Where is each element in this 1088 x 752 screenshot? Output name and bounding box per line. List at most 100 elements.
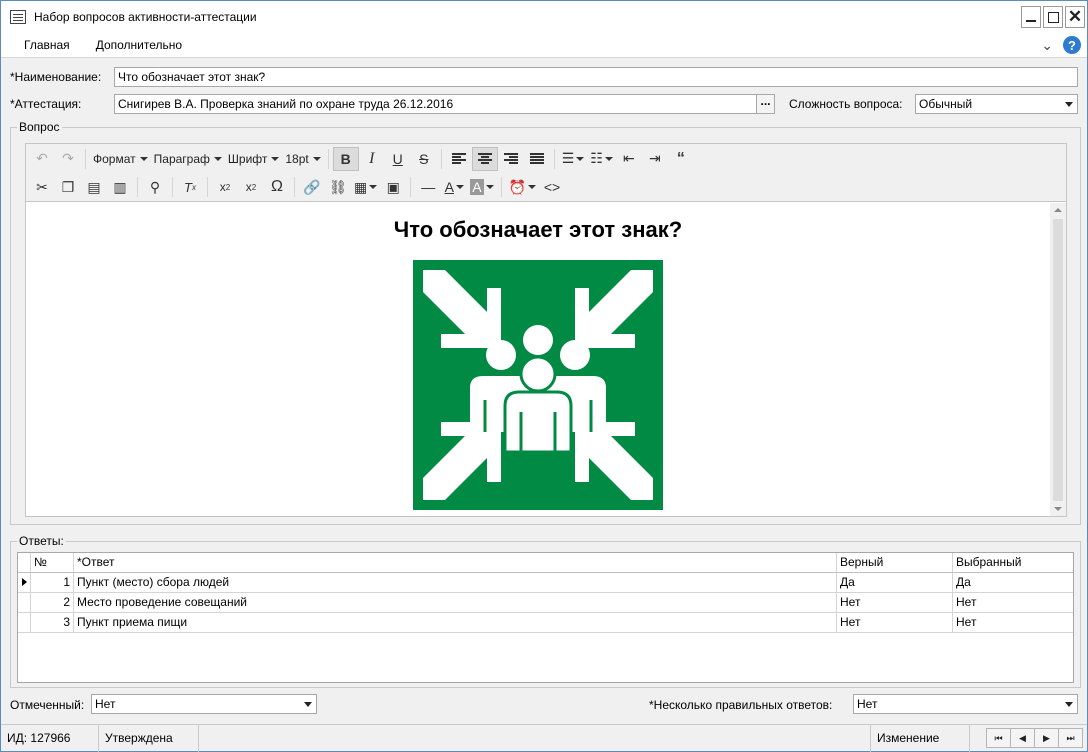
bullet-list-icon[interactable]: ☰ [559, 147, 588, 171]
paste-text-icon[interactable]: ▥ [107, 175, 133, 199]
cell-selected[interactable]: Нет [953, 593, 1073, 612]
table-row[interactable]: 2 Место проведение совещаний Нет Нет [18, 593, 1073, 613]
strikethrough-button[interactable]: S [411, 147, 437, 171]
source-code-icon[interactable]: <> [539, 175, 565, 199]
font-dropdown[interactable]: Шрифт [225, 147, 282, 171]
indent-icon[interactable]: ⇥ [642, 147, 668, 171]
menu-additional[interactable]: Дополнительно [83, 38, 195, 52]
cell-answer[interactable]: Пункт приема пищи [74, 613, 837, 632]
cell-number[interactable]: 3 [31, 613, 74, 632]
cell-answer[interactable]: Пункт (место) сбора людей [74, 573, 837, 592]
cell-number[interactable]: 2 [31, 593, 74, 612]
align-center-icon[interactable] [471, 146, 498, 171]
menu-main[interactable]: Главная [11, 38, 83, 52]
difficulty-value: Обычный [919, 97, 973, 111]
scroll-down-icon[interactable] [1054, 507, 1062, 511]
marked-value: Нет [95, 697, 116, 711]
close-button[interactable]: ✕ [1065, 6, 1085, 28]
first-record-button[interactable]: ⏮ [986, 728, 1011, 748]
row-indicator [18, 593, 31, 612]
paste-icon[interactable]: ▤ [81, 175, 107, 199]
maximize-button[interactable] [1043, 6, 1063, 28]
numbered-list-icon[interactable]: ☷ [587, 147, 616, 171]
title-bar: Набор вопросов активности-аттестации ✕ [1, 1, 1087, 33]
clear-format-icon[interactable]: Tx [177, 175, 203, 199]
subscript-icon[interactable]: x2 [212, 175, 238, 199]
chevron-down-icon[interactable] [1061, 695, 1077, 713]
separator [172, 177, 173, 197]
multiple-answers-label: *Несколько правильных ответов: [649, 698, 833, 712]
paragraph-dropdown[interactable]: Параграф [151, 147, 225, 171]
cell-selected[interactable]: Нет [953, 613, 1073, 632]
underline-button[interactable]: U [385, 147, 411, 171]
chevron-down-icon[interactable] [1061, 95, 1077, 113]
separator [327, 148, 329, 169]
scroll-up-icon[interactable] [1054, 208, 1062, 212]
difficulty-select[interactable]: Обычный [915, 94, 1078, 114]
cell-correct[interactable]: Нет [837, 613, 953, 632]
find-icon[interactable]: ⚲ [142, 175, 168, 199]
scroll-thumb[interactable] [1053, 219, 1063, 501]
table-row[interactable]: 1 Пункт (место) сбора людей Да Да [18, 573, 1073, 593]
cell-answer[interactable]: Место проведение совещаний [74, 593, 837, 612]
multiple-answers-select[interactable]: Нет [853, 694, 1078, 714]
horizontal-rule-icon[interactable]: — [415, 175, 441, 199]
help-icon[interactable]: ? [1063, 36, 1081, 54]
separator [85, 148, 86, 169]
column-header-selected[interactable]: Выбранный [953, 553, 1073, 572]
cell-number[interactable]: 1 [31, 573, 74, 592]
unlink-icon[interactable]: ⛓ [325, 175, 351, 199]
table-icon[interactable]: ▦ [351, 175, 380, 199]
minimize-button[interactable] [1021, 6, 1041, 28]
editor-toolbar-2: ✂ ❐ ▤ ▥ ⚲ Tx x2 x2 Ω 🔗 ⛓ ▦ ▣ — A A ⏰ <> [26, 173, 1066, 202]
row-indicator [18, 573, 31, 592]
special-char-icon[interactable]: Ω [264, 175, 290, 199]
redo-icon[interactable]: ↷ [55, 147, 81, 171]
last-record-button[interactable]: ⏭ [1058, 728, 1083, 748]
collapse-ribbon-icon[interactable]: ⌄ [1041, 37, 1053, 54]
table-row[interactable]: 3 Пункт приема пищи Нет Нет [18, 613, 1073, 633]
cell-correct[interactable]: Нет [837, 593, 953, 612]
separator [440, 148, 442, 169]
align-left-icon[interactable] [446, 147, 472, 171]
record-id: ИД: 127966 [1, 724, 99, 752]
question-group-title: Вопрос [17, 120, 62, 134]
difficulty-label: Сложность вопроса: [789, 97, 903, 111]
grid-header: № *Ответ Верный Выбранный [18, 553, 1073, 573]
undo-icon[interactable]: ↶ [29, 147, 55, 171]
name-field[interactable]: Что обозначает этот знак? [114, 67, 1078, 87]
background-color-icon[interactable]: A [467, 175, 496, 199]
column-header-answer[interactable]: *Ответ [74, 553, 837, 572]
editor-content[interactable]: Что обозначает этот знак? [26, 203, 1050, 516]
font-size-dropdown[interactable]: 18pt [282, 147, 323, 171]
main-window: Набор вопросов активности-аттестации ✕ Г… [0, 0, 1088, 752]
insert-time-icon[interactable]: ⏰ [506, 175, 539, 199]
italic-button[interactable]: I [359, 147, 385, 171]
blockquote-icon[interactable]: “ [668, 147, 694, 171]
superscript-icon[interactable]: x2 [238, 175, 264, 199]
cut-icon[interactable]: ✂ [29, 175, 55, 199]
column-header-correct[interactable]: Верный [837, 553, 953, 572]
current-row-icon [22, 578, 27, 586]
editor-scrollbar[interactable] [1050, 203, 1066, 516]
align-right-icon[interactable] [498, 147, 524, 171]
link-icon[interactable]: 🔗 [299, 175, 325, 199]
copy-icon[interactable]: ❐ [55, 175, 81, 199]
image-icon[interactable]: ▣ [380, 175, 406, 199]
align-justify-icon[interactable] [524, 147, 550, 171]
marked-select[interactable]: Нет [91, 694, 317, 714]
attestation-field[interactable]: Снигирев В.А. Проверка знаний по охране … [114, 94, 775, 114]
outdent-icon[interactable]: ⇤ [616, 147, 642, 171]
next-record-button[interactable]: ▶ [1034, 728, 1059, 748]
text-color-icon[interactable]: A [441, 175, 467, 199]
previous-record-button[interactable]: ◀ [1010, 728, 1035, 748]
column-header-number[interactable]: № [31, 553, 74, 572]
cell-correct[interactable]: Да [837, 573, 953, 592]
marked-label: Отмеченный: [10, 698, 85, 712]
chevron-down-icon[interactable] [300, 695, 316, 713]
bold-button[interactable]: B [332, 146, 359, 171]
cell-selected[interactable]: Да [953, 573, 1073, 592]
attestation-value: Снигирев В.А. Проверка знаний по охране … [118, 97, 454, 111]
browse-button[interactable]: ... [756, 95, 774, 113]
format-dropdown[interactable]: Формат [90, 147, 151, 171]
